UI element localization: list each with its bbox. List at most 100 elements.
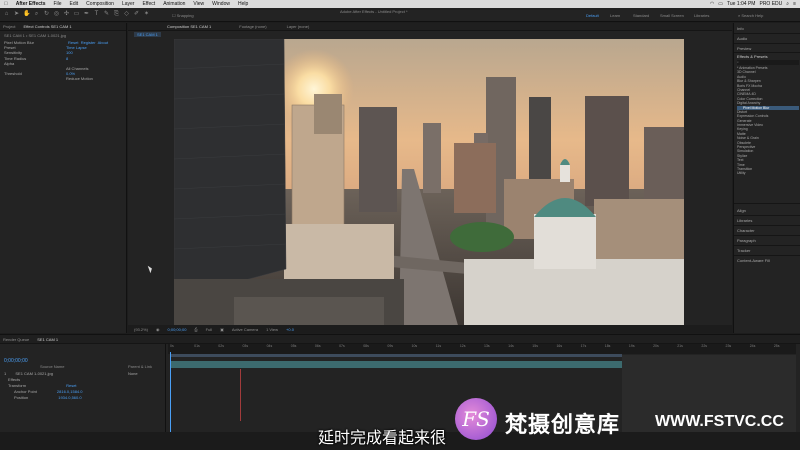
hand-tool-icon[interactable]: ✋ bbox=[23, 11, 30, 18]
menu-window[interactable]: Window bbox=[208, 1, 234, 7]
effect-controls-header: SE1 CAM 1 • SE1 CAM 1-0021.jpg bbox=[4, 33, 67, 38]
layer-row[interactable]: 1 SE1 CAM 1-0021.jpg bbox=[4, 371, 53, 376]
apple-icon[interactable]:  bbox=[0, 1, 12, 7]
tracker-panel-header[interactable]: Tracker bbox=[737, 248, 750, 253]
tab-comp-timeline[interactable]: SE1 CAM 1 bbox=[37, 337, 58, 342]
ruler-tick-label: 19s bbox=[628, 344, 635, 348]
zoom-tool-icon[interactable]: ⌕ bbox=[33, 11, 40, 18]
ruler-tick-label: 03s bbox=[242, 344, 249, 348]
work-area-bar[interactable] bbox=[170, 354, 622, 357]
pen-tool-icon[interactable]: ✒ bbox=[83, 11, 90, 18]
property-row[interactable]: Transform Reset bbox=[8, 383, 77, 388]
content-aware-fill-header[interactable]: Content-Aware Fill bbox=[737, 258, 770, 263]
tab-effect-controls[interactable]: Effect Controls SE1 CAM 1 bbox=[23, 24, 71, 29]
resolution-dropdown[interactable]: Full bbox=[206, 327, 212, 332]
effect-value[interactable]: 8 bbox=[66, 56, 68, 61]
menu-file[interactable]: File bbox=[49, 1, 65, 7]
clone-tool-icon[interactable]: ⎘ bbox=[113, 11, 120, 18]
property-row[interactable]: Effects bbox=[8, 377, 20, 382]
effect-row[interactable]: Reduce Motion bbox=[0, 76, 126, 81]
align-panel-header[interactable]: Align bbox=[737, 208, 746, 213]
effect-value[interactable]: Reduce Motion bbox=[66, 76, 93, 81]
property-value[interactable]: 1934.0,560.0 bbox=[58, 395, 81, 400]
region-of-interest-icon[interactable]: ▣ bbox=[220, 327, 224, 332]
tab-footage[interactable]: Footage (none) bbox=[239, 24, 266, 29]
rotate-tool-icon[interactable]: ↻ bbox=[43, 11, 50, 18]
composition-viewer[interactable] bbox=[173, 38, 684, 329]
layer-parent-dropdown[interactable]: None bbox=[128, 371, 138, 376]
list-item[interactable]: Utility bbox=[737, 171, 799, 175]
layer-duration-bar[interactable] bbox=[170, 361, 622, 368]
ruler-tick-label: 17s bbox=[580, 344, 587, 348]
paragraph-panel-header[interactable]: Paragraph bbox=[737, 238, 756, 243]
camera-dropdown[interactable]: Active Camera bbox=[232, 327, 258, 332]
snapshot-icon[interactable]: ◉ bbox=[156, 327, 160, 332]
battery-icon[interactable]: ▭ bbox=[718, 1, 723, 7]
comp-sub-tab[interactable]: SE1 CAM 1 bbox=[128, 31, 732, 38]
magnification-dropdown[interactable]: (93.2%) bbox=[134, 327, 148, 332]
pan-behind-tool-icon[interactable]: ✣ bbox=[63, 11, 70, 18]
roto-tool-icon[interactable]: ✐ bbox=[133, 11, 140, 18]
selection-tool-icon[interactable]: ➤ bbox=[13, 11, 20, 18]
menubar-user[interactable]: PRO EDU bbox=[759, 1, 782, 7]
views-dropdown[interactable]: 1 View bbox=[266, 327, 278, 332]
home-icon[interactable]: ⌂ bbox=[3, 11, 10, 18]
menu-effect[interactable]: Effect bbox=[138, 1, 159, 7]
ruler-tick-label: 11s bbox=[435, 344, 442, 348]
time-ruler[interactable]: 0s 01s 02s 03s 04s 05s 06s 07s 08s 09s 10s 11s 12s 13… bbox=[168, 344, 796, 354]
exposure-value[interactable]: +0.0 bbox=[286, 327, 294, 332]
menu-list-icon[interactable]: ≡ bbox=[793, 1, 796, 7]
about-link[interactable]: About bbox=[98, 40, 108, 45]
property-value[interactable]: 2816.0,1584.0 bbox=[57, 389, 83, 394]
workspace-default[interactable]: Default bbox=[586, 13, 599, 18]
puppet-tool-icon[interactable]: ✶ bbox=[143, 11, 150, 18]
parent-link-header: Parent & Link bbox=[128, 364, 153, 369]
type-tool-icon[interactable]: T bbox=[93, 11, 100, 18]
divider bbox=[734, 245, 800, 246]
libraries-panel-header[interactable]: Libraries bbox=[737, 218, 752, 223]
rectangle-tool-icon[interactable]: ▭ bbox=[73, 11, 80, 18]
property-row[interactable]: Position 1934.0,560.0 bbox=[14, 395, 82, 400]
workspace-learn[interactable]: Learn bbox=[610, 13, 620, 18]
eraser-tool-icon[interactable]: ◇ bbox=[123, 11, 130, 18]
character-panel-header[interactable]: Character bbox=[737, 228, 755, 233]
current-time[interactable]: 0;00;00;00 bbox=[168, 327, 187, 332]
timeline-layer-outline: 0;00;00;00 Source Name Parent & Link 1 S… bbox=[0, 344, 166, 433]
comp-panel-tabs: Composition SE1 CAM 1 Footage (none) Lay… bbox=[128, 23, 732, 31]
workspace-small-screen[interactable]: Small Screen bbox=[660, 13, 684, 18]
effects-presets-header[interactable]: Effects & Presets bbox=[737, 54, 768, 59]
tab-layer[interactable]: Layer (none) bbox=[287, 24, 310, 29]
search-help-field[interactable]: ⌕ Search Help bbox=[738, 13, 763, 18]
menu-view[interactable]: View bbox=[189, 1, 208, 7]
spotlight-icon[interactable]: ⌕ bbox=[786, 1, 789, 7]
info-panel-header[interactable]: Info bbox=[737, 26, 744, 31]
layer-name[interactable]: SE1 CAM 1-0021.jpg bbox=[15, 371, 53, 376]
camera-tool-icon[interactable]: ◎ bbox=[53, 11, 60, 18]
wifi-icon[interactable]: ◠ bbox=[710, 1, 714, 7]
workspace-libraries[interactable]: Libraries bbox=[694, 13, 709, 18]
camera-snapshot-icon[interactable]: ⎙ bbox=[194, 327, 197, 332]
property-value[interactable]: Reset bbox=[66, 383, 76, 388]
playhead[interactable] bbox=[170, 352, 171, 433]
effects-search-input[interactable]: ⌕ bbox=[737, 60, 799, 65]
menu-animation[interactable]: Animation bbox=[159, 1, 189, 7]
tab-render-queue[interactable]: Render Queue bbox=[3, 337, 29, 342]
workspace-standard[interactable]: Standard bbox=[633, 13, 649, 18]
tab-composition[interactable]: Composition SE1 CAM 1 bbox=[167, 24, 211, 29]
menu-edit[interactable]: Edit bbox=[66, 1, 83, 7]
menu-composition[interactable]: Composition bbox=[82, 1, 118, 7]
brush-tool-icon[interactable]: ✎ bbox=[103, 11, 110, 18]
preview-panel-header[interactable]: Preview bbox=[737, 46, 751, 51]
menu-layer[interactable]: Layer bbox=[118, 1, 139, 7]
register-link[interactable]: Register bbox=[81, 40, 96, 45]
audio-panel-header[interactable]: Audio bbox=[737, 36, 747, 41]
menu-help[interactable]: Help bbox=[234, 1, 252, 7]
reset-link[interactable]: Reset bbox=[68, 40, 78, 45]
brand-name: 梵摄创意库 bbox=[505, 413, 621, 438]
divider bbox=[734, 33, 800, 34]
timeline-timecode[interactable]: 0;00;00;00 bbox=[4, 358, 28, 364]
property-row[interactable]: Anchor Point 2816.0,1584.0 bbox=[14, 389, 83, 394]
snapping-toggle[interactable]: ☐ Snapping bbox=[172, 13, 194, 18]
app-menu[interactable]: After Effects bbox=[12, 1, 50, 7]
tab-project[interactable]: Project bbox=[3, 24, 15, 29]
